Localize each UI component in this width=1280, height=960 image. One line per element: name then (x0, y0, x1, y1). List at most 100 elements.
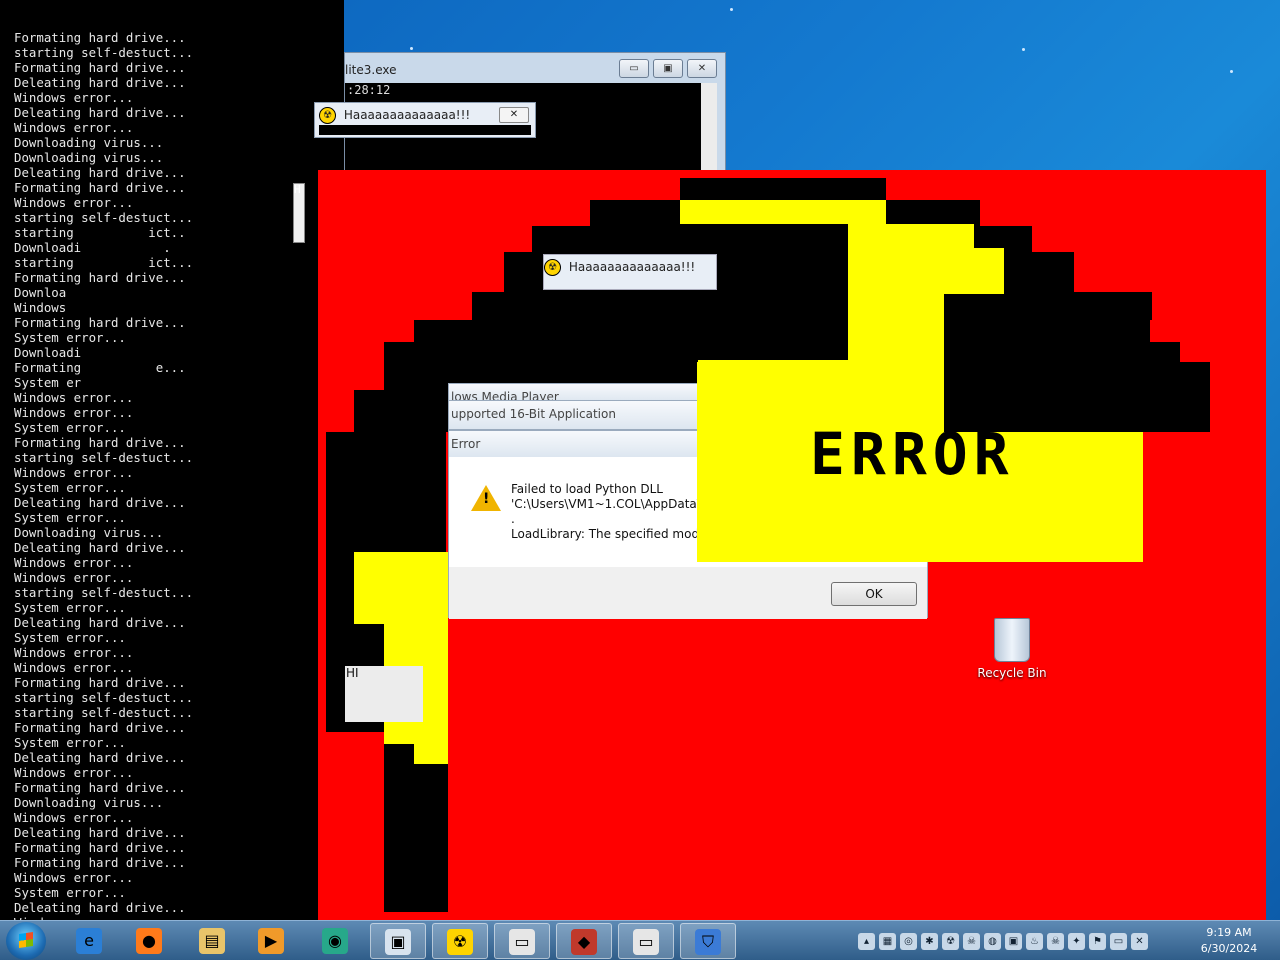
tray-radiation-icon[interactable]: ☢ (942, 932, 959, 950)
close-button[interactable]: ✕ (687, 59, 717, 78)
tray-skull-icon[interactable]: ☠ (963, 932, 980, 950)
console-line: Formating hard drive... (14, 780, 186, 795)
console-window-icon: ▭ (509, 929, 535, 955)
console-line: Deleating hard drive... (14, 105, 186, 120)
app16-dialog[interactable]: upported 16-Bit Application (448, 400, 698, 430)
sparkle-icon (730, 8, 733, 11)
console-line: Windows (14, 300, 67, 315)
action-center-flag-icon[interactable]: ⚑ (1089, 932, 1106, 950)
console-line: Windows error... (14, 810, 134, 825)
tray-network-app-icon[interactable]: ◎ (900, 932, 917, 950)
console-line: Windows error... (14, 870, 134, 885)
console-line: Windows error... (14, 90, 134, 105)
window-app-icon: ▣ (385, 929, 411, 955)
system-tray: ▴ ▦ ◎ ✱ ☢ ☠ ◍ ▣ ♨ ☠ ✦ ⚑ ▭ ✕ (858, 931, 1148, 951)
taskbar: e ● ▤ ▶ ◉ ▣ ☢ ▭ ◆ ▭ ⛉ ▴ ▦ ◎ ✱ ☢ ☠ ◍ ▣ ♨ ☠ ✦ ⚑ ▭ ✕ … (0, 920, 1280, 960)
console-window[interactable]: Formating hard drive... starting self-des… (0, 0, 344, 920)
console-line: starting self-destuct... (14, 45, 194, 60)
volume-muted-icon[interactable]: ✕ (1131, 932, 1148, 950)
taskbar-item-window-app[interactable]: ▣ (370, 923, 426, 959)
tray-bug-icon[interactable]: ✦ (1068, 932, 1085, 950)
sqlite-window-title: lite3.exe (345, 63, 397, 77)
ok-button[interactable]: OK (831, 582, 917, 606)
desktop: Formating hard drive... starting self-des… (0, 0, 1280, 920)
clock[interactable]: 9:19 AM 6/30/2024 (1196, 925, 1262, 957)
console-line: Windows error... (14, 645, 134, 660)
tray-skull-2-icon[interactable]: ☠ (1047, 932, 1064, 950)
console-line: starting self-destuct... (14, 450, 194, 465)
taskbar-item-console-window[interactable]: ▭ (494, 923, 550, 959)
console-output: Formating hard drive... starting self-des… (14, 30, 344, 920)
console-line: Formating e... (14, 360, 186, 375)
console-line: Downloa (14, 285, 67, 300)
console-line: Windows error... (14, 465, 134, 480)
taskbar-item-security-shield[interactable]: ⛉ (680, 923, 736, 959)
clock-date: 6/30/2024 (1200, 942, 1258, 955)
file-explorer-icon: ▤ (199, 928, 225, 954)
start-button[interactable] (6, 922, 46, 960)
console-line: Windows error... (14, 555, 134, 570)
error-message: Failed to load Python DLL 'C:\Users\VM1~… (511, 482, 718, 541)
console-line: Deleating hard drive... (14, 165, 186, 180)
taskbar-item-installer[interactable]: ◆ (556, 923, 612, 959)
taskbar-item-console-window-2[interactable]: ▭ (618, 923, 674, 959)
console-line: starting self-destuct... (14, 705, 194, 720)
console-line: Deleating hard drive... (14, 75, 186, 90)
console-line: Windows error... (14, 390, 134, 405)
taskbar-item-radiation-app[interactable]: ☢ (432, 923, 488, 959)
console-line: Windows error... (14, 120, 134, 135)
haa-popup-2[interactable]: ☢ Haaaaaaaaaaaaaa!!! (543, 254, 717, 290)
haa-popup-2-title: Haaaaaaaaaaaaaa!!! (568, 260, 696, 274)
console-line: starting self-destuct... (14, 690, 194, 705)
console-line: Deleating hard drive... (14, 750, 186, 765)
console-line: Formating hard drive... (14, 60, 186, 75)
console-line: System error... (14, 510, 126, 525)
tray-app-icon[interactable]: ▦ (879, 932, 896, 950)
firefox-icon: ● (136, 928, 162, 954)
minimize-button[interactable]: ▭ (619, 59, 649, 78)
warning-icon: ! (471, 485, 501, 511)
tray-globe-icon[interactable]: ◍ (984, 932, 1001, 950)
console-line: Windows error... (14, 765, 134, 780)
maximize-button[interactable]: ▣ (653, 59, 683, 78)
console-line: starting ict... (14, 255, 194, 270)
console-line: Downloading virus... (14, 525, 164, 540)
tray-box-icon[interactable]: ▣ (1005, 932, 1022, 950)
taskbar-item-internet-explorer[interactable]: e (62, 923, 118, 959)
console-line: Deleating hard drive... (14, 825, 186, 840)
haa-popup-body (319, 125, 531, 135)
error-overlay-text: ERROR (810, 420, 1015, 488)
console-scroll-label: H (294, 183, 301, 196)
media-player-icon: ▶ (258, 928, 284, 954)
taskbar-item-media-player[interactable]: ▶ (244, 923, 300, 959)
sparkle-icon (1230, 70, 1233, 73)
tray-gear-icon[interactable]: ✱ (921, 932, 938, 950)
console-line: System error... (14, 735, 126, 750)
recycle-bin-icon (994, 618, 1030, 662)
hi-window[interactable]: HI (345, 666, 423, 722)
taskbar-item-file-explorer[interactable]: ▤ (185, 923, 241, 959)
console-line: Formating hard drive... (14, 30, 186, 45)
taskbar-item-media-center[interactable]: ◉ (308, 923, 364, 959)
haa-popup-close-button[interactable]: ✕ (499, 107, 529, 123)
console-line: starting self-destuct... (14, 585, 194, 600)
haa-popup[interactable]: ☢ Haaaaaaaaaaaaaa!!! ✕ (314, 102, 536, 138)
error-dialog-title: Error (451, 437, 481, 451)
console-line: Deleating hard drive... (14, 540, 186, 555)
windows-logo-icon (19, 932, 33, 948)
radiation-icon: ☢ (544, 259, 561, 276)
tray-fire-icon[interactable]: ♨ (1026, 932, 1043, 950)
installer-icon: ◆ (571, 929, 597, 955)
sparkle-icon (410, 47, 413, 50)
taskbar-item-firefox[interactable]: ● (122, 923, 178, 959)
console-line: System er (14, 375, 82, 390)
media-center-icon: ◉ (322, 928, 348, 954)
console-line: Deleating hard drive... (14, 615, 186, 630)
hi-window-text: HI (346, 666, 359, 680)
network-icon[interactable]: ▭ (1110, 932, 1127, 950)
recycle-bin[interactable]: Recycle Bin (972, 618, 1052, 680)
clock-time: 9:19 AM (1206, 926, 1252, 939)
tray-chevron-icon[interactable]: ▴ (858, 932, 875, 950)
console-line: Windows error... (14, 570, 134, 585)
error-art-overlay-red (1210, 362, 1266, 432)
